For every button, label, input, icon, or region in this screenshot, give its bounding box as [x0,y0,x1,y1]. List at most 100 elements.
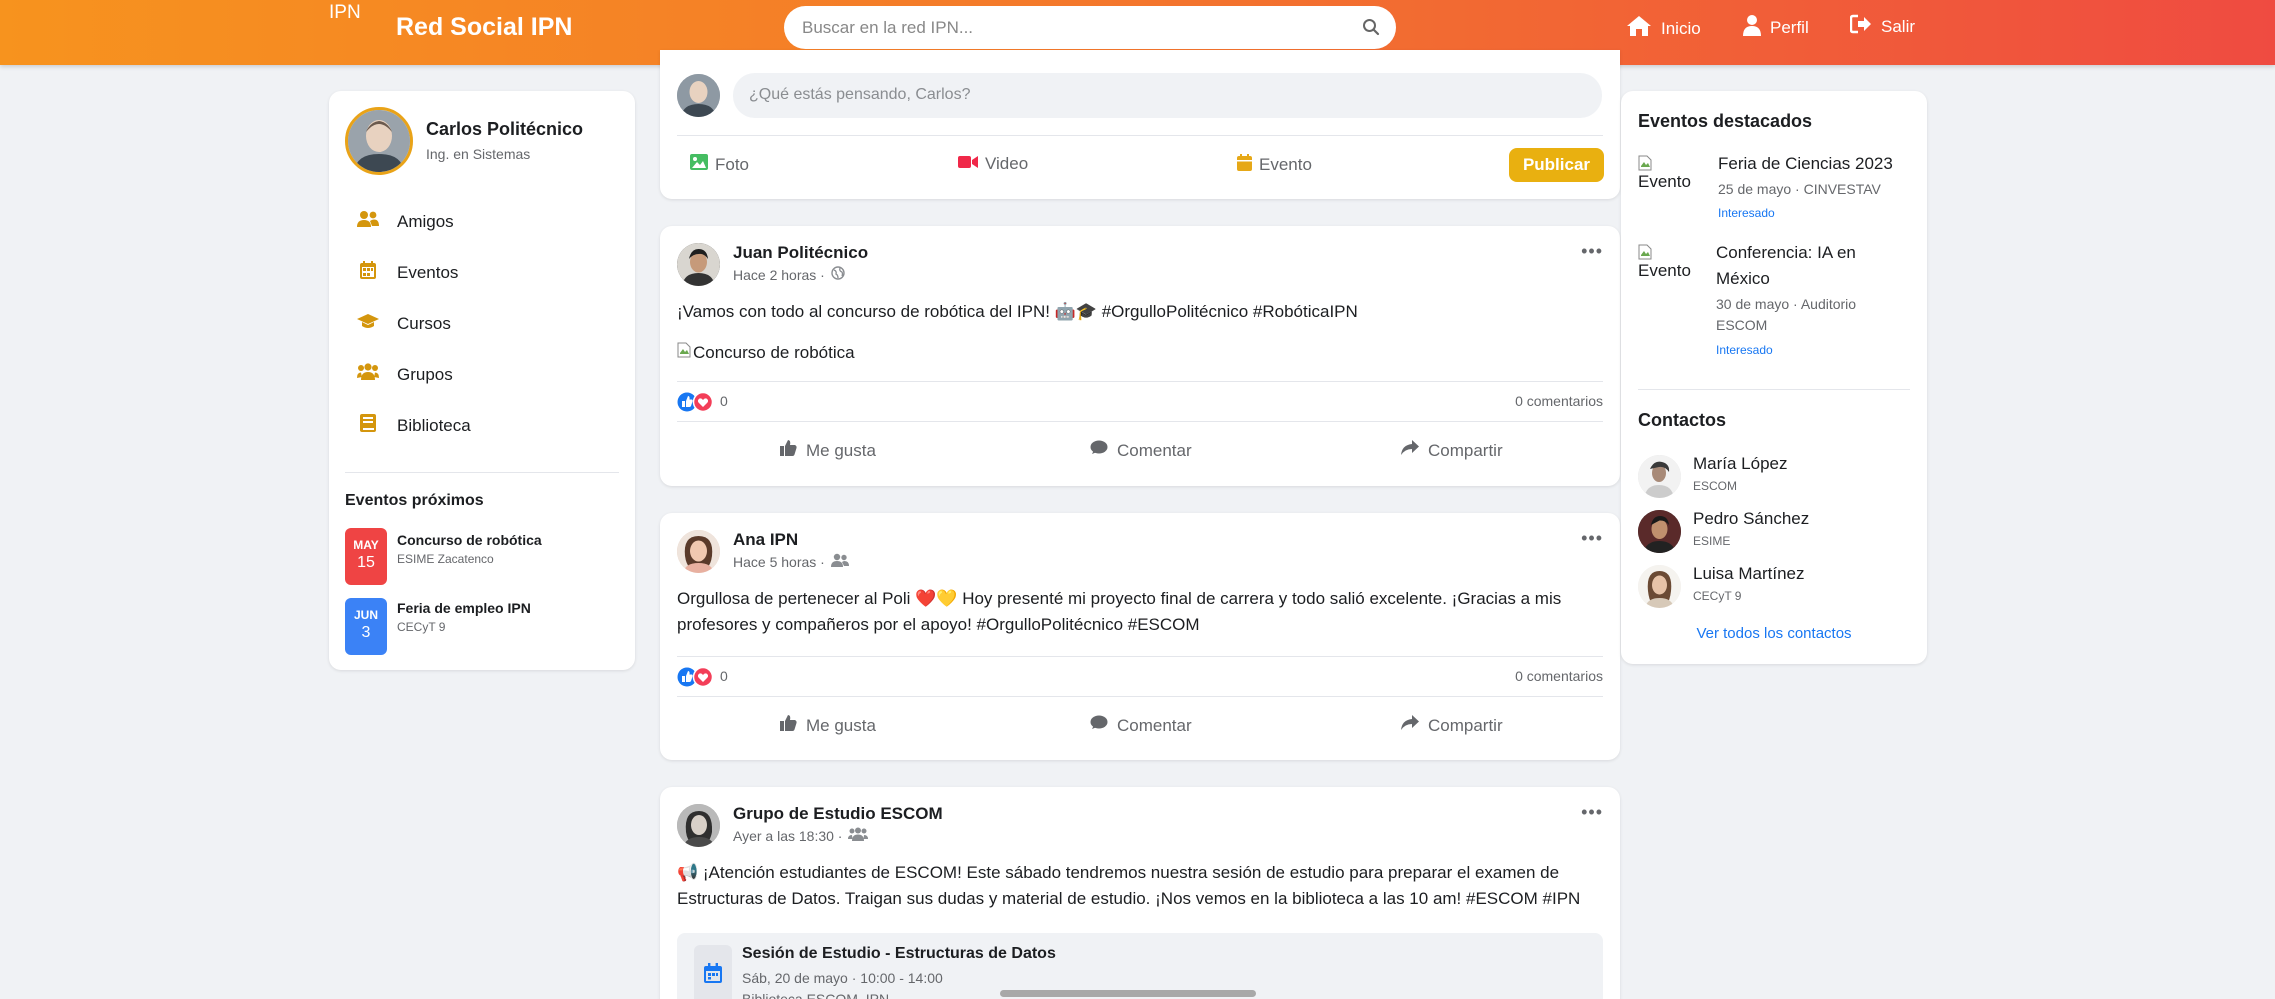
post-image[interactable]: Concurso de robótica [677,342,855,363]
interested-badge[interactable]: Interesado [1718,206,1775,220]
contact-school: CECyT 9 [1693,589,1742,603]
featured-event-title-line: México [1716,269,1770,288]
sidebar-item-cursos[interactable]: Cursos [357,312,451,335]
profile-name[interactable]: Carlos Politécnico [426,119,583,140]
post-image-alt: Concurso de robótica [693,342,855,362]
broken-image-icon [677,342,691,363]
sidebar-item-grupos[interactable]: Grupos [357,363,453,386]
post-time[interactable]: Hace 2 horas · [733,267,825,283]
event-day: 3 [361,624,371,641]
featured-event-title-line: Conferencia: IA en [1716,243,1856,262]
nav-home-label: Inicio [1661,18,1701,38]
image-icon [690,154,708,175]
post-options-button[interactable]: ••• [1581,528,1603,549]
event-day: 15 [357,554,375,571]
post-author-avatar[interactable] [677,530,720,573]
event-date-badge: JUN 3 [345,598,387,655]
comment-icon [1090,440,1108,461]
share-icon [1401,440,1419,461]
nav-profile-label: Perfil [1770,17,1809,37]
like-button[interactable]: Me gusta [780,440,876,461]
post-author-avatar[interactable] [677,243,720,286]
like-reaction-icon[interactable] [677,666,715,690]
sidebar-item-label: Biblioteca [397,415,471,435]
contact-item[interactable]: María López ESCOM [1621,451,1927,501]
post-divider [677,421,1603,422]
event-attachment-icon-box [694,945,732,999]
like-button[interactable]: Me gusta [780,715,876,736]
nav-logout[interactable]: Salir [1849,14,1916,39]
like-label: Me gusta [806,440,876,460]
composer-video-button[interactable]: Video [958,154,1028,174]
composer-event-button[interactable]: Evento [1237,154,1312,176]
featured-event-sub-line: ESCOM [1716,317,1768,333]
post-text: ¡Vamos con todo al concurso de robótica … [677,302,1358,321]
composer-avatar [677,74,720,117]
post-time[interactable]: Hace 5 horas · [733,554,825,570]
post-text-line: 📢 ¡Atención estudiantes de ESCOM! Este s… [677,863,1560,882]
share-button[interactable]: Compartir [1401,715,1503,736]
post-text-line: Orgullosa de pertenecer al Poli ❤️💛 Hoy … [677,589,1562,608]
nav-profile[interactable]: Perfil [1743,14,1809,41]
sidebar-item-amigos[interactable]: Amigos [357,210,454,233]
share-button[interactable]: Compartir [1401,440,1503,461]
share-label: Compartir [1428,715,1503,735]
composer-input[interactable]: ¿Qué estás pensando, Carlos? [733,73,1602,118]
contact-item[interactable]: Luisa Martínez CECyT 9 [1621,561,1927,611]
post-author-name[interactable]: Grupo de Estudio ESCOM [733,804,943,824]
nav-logout-label: Salir [1881,16,1916,36]
contact-item[interactable]: Pedro Sánchez ESIME [1621,506,1927,556]
post-author-name[interactable]: Ana IPN [733,530,798,550]
post-options-button[interactable]: ••• [1581,802,1603,823]
post-time[interactable]: Ayer a las 18:30 · [733,828,842,844]
sidebar-item-label: Eventos [397,262,459,282]
upcoming-event-place: CECyT 9 [397,620,446,634]
comment-button[interactable]: Comentar [1090,440,1192,461]
comments-count[interactable]: 0 comentarios [1515,393,1603,409]
horizontal-scrollbar[interactable] [1000,990,1256,997]
brand-title[interactable]: Red Social IPN [396,13,572,42]
friends-icon [830,553,849,570]
book-icon [360,414,376,437]
comment-button[interactable]: Comentar [1090,715,1192,736]
featured-event-title[interactable]: Feria de Ciencias 2023 [1718,151,1893,177]
nav-home[interactable]: Inicio [1626,14,1701,43]
comments-count[interactable]: 0 comentarios [1515,668,1603,684]
comment-label: Comentar [1117,440,1192,460]
featured-event-image[interactable]: Evento [1638,155,1704,215]
globe-icon [831,266,845,283]
upcoming-event-title[interactable]: Concurso de robótica [397,532,542,548]
post-card: Ana IPN Hace 5 horas · ••• Orgullosa de … [660,513,1620,760]
profile-avatar[interactable] [345,107,413,175]
home-icon [1626,14,1652,43]
like-reaction-icon[interactable] [677,391,715,415]
featured-event-sub: 30 de mayo · Auditorio ESCOM [1716,294,1856,336]
sidebar-item-biblioteca[interactable]: Biblioteca [357,414,471,437]
post-options-button[interactable]: ••• [1581,241,1603,262]
event-date-badge: MAY 15 [345,528,387,585]
users-icon [357,210,379,233]
search-icon[interactable] [1362,18,1380,41]
featured-event-image[interactable]: Evento [1638,244,1704,304]
post-text-line: Estructuras de Datos. Traigan sus dudas … [677,889,1581,908]
post-author-avatar[interactable] [677,804,720,847]
upcoming-event-title[interactable]: Feria de empleo IPN [397,600,531,616]
publish-button[interactable]: Publicar [1509,148,1604,182]
event-attachment-where: Biblioteca ESCOM, IPN [742,991,890,999]
post-author-name[interactable]: Juan Politécnico [733,243,868,263]
composer-video-label: Video [985,154,1029,173]
sidebar-item-eventos[interactable]: Eventos [357,261,458,284]
contacts-title: Contactos [1638,410,1727,430]
featured-event-title[interactable]: Conferencia: IA en México [1716,240,1856,292]
composer-photo-button[interactable]: Foto [690,154,749,175]
search-input[interactable] [802,6,1342,49]
interested-badge[interactable]: Interesado [1716,343,1773,357]
see-all-contacts-link[interactable]: Ver todos los contactos [1621,625,1927,642]
like-label: Me gusta [806,715,876,735]
ipn-logo[interactable]: IPN [329,2,361,24]
sidebar-item-label: Grupos [397,364,453,384]
post-meta: Hace 2 horas · [733,266,845,283]
video-icon [958,154,978,174]
post-meta: Hace 5 horas · [733,553,849,570]
sidebar-divider [345,472,619,473]
